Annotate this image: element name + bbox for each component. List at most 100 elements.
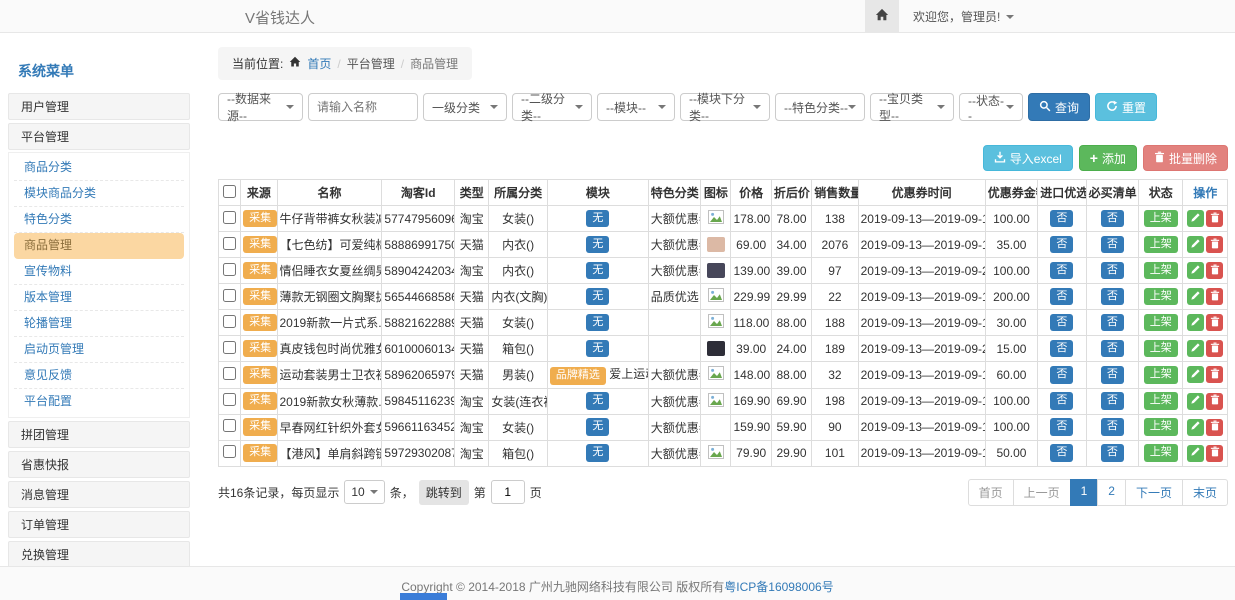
sidebar-subitem-宣传物料[interactable]: 宣传物料 xyxy=(14,259,184,285)
sidebar-subitem-版本管理[interactable]: 版本管理 xyxy=(14,285,184,311)
batch-delete-button[interactable]: 批量删除 xyxy=(1143,145,1228,171)
imported-toggle[interactable]: 否 xyxy=(1050,366,1073,384)
edit-button[interactable] xyxy=(1187,236,1204,253)
edit-button[interactable] xyxy=(1187,288,1204,305)
jump-page-input[interactable] xyxy=(491,480,525,504)
must-buy-toggle[interactable]: 否 xyxy=(1101,236,1124,254)
edit-button[interactable] xyxy=(1187,393,1204,410)
row-checkbox[interactable] xyxy=(223,237,236,250)
sidebar-subitem-意见反馈[interactable]: 意见反馈 xyxy=(14,363,184,389)
edit-button[interactable] xyxy=(1187,366,1204,383)
row-checkbox[interactable] xyxy=(223,263,236,276)
must-buy-toggle[interactable]: 否 xyxy=(1101,366,1124,384)
sidebar-item-平台管理[interactable]: 平台管理 xyxy=(8,123,190,150)
edit-button[interactable] xyxy=(1187,445,1204,462)
imported-toggle[interactable]: 否 xyxy=(1050,288,1073,306)
imported-toggle[interactable]: 否 xyxy=(1050,418,1073,436)
edit-button[interactable] xyxy=(1187,314,1204,331)
module-sub-category-select[interactable]: --模块下分类-- xyxy=(680,93,770,121)
imported-toggle[interactable]: 否 xyxy=(1050,340,1073,358)
icp-link[interactable]: 粤ICP备16098006号 xyxy=(724,580,833,594)
must-buy-toggle[interactable]: 否 xyxy=(1101,392,1124,410)
sidebar-subitem-平台配置[interactable]: 平台配置 xyxy=(14,389,184,415)
must-buy-toggle[interactable]: 否 xyxy=(1101,210,1124,228)
delete-button[interactable] xyxy=(1206,340,1223,357)
row-checkbox[interactable] xyxy=(223,445,236,458)
sidebar-item-兑换管理[interactable]: 兑换管理 xyxy=(8,541,190,566)
home-button[interactable] xyxy=(865,0,899,33)
user-menu[interactable]: 欢迎您，管理员! xyxy=(913,8,1014,25)
reset-button[interactable]: 重置 xyxy=(1095,93,1157,121)
row-checkbox[interactable] xyxy=(223,341,236,354)
select-all-checkbox[interactable] xyxy=(223,185,236,198)
status-badge[interactable]: 上架 xyxy=(1144,340,1178,358)
edit-button[interactable] xyxy=(1187,210,1204,227)
status-badge[interactable]: 上架 xyxy=(1144,366,1178,384)
delete-button[interactable] xyxy=(1206,314,1223,331)
item-type-select[interactable]: --宝贝类型-- xyxy=(870,93,954,121)
edit-button[interactable] xyxy=(1187,419,1204,436)
search-button[interactable]: 查询 xyxy=(1028,93,1090,121)
feature-category-select[interactable]: --特色分类-- xyxy=(775,93,865,121)
imported-toggle[interactable]: 否 xyxy=(1050,210,1073,228)
sidebar-subitem-特色分类[interactable]: 特色分类 xyxy=(14,207,184,233)
module-select[interactable]: --模块-- xyxy=(597,93,675,121)
sidebar-item-订单管理[interactable]: 订单管理 xyxy=(8,511,190,538)
pager-1[interactable]: 1 xyxy=(1070,479,1099,506)
sidebar-subitem-启动页管理[interactable]: 启动页管理 xyxy=(14,337,184,363)
imported-toggle[interactable]: 否 xyxy=(1050,444,1073,462)
data-source-select[interactable]: --数据来源-- xyxy=(218,93,303,121)
status-badge[interactable]: 上架 xyxy=(1144,210,1178,228)
level1-category-select[interactable]: 一级分类 xyxy=(423,93,507,121)
row-checkbox[interactable] xyxy=(223,211,236,224)
delete-button[interactable] xyxy=(1206,393,1223,410)
must-buy-toggle[interactable]: 否 xyxy=(1101,418,1124,436)
sidebar-subitem-模块商品分类[interactable]: 模块商品分类 xyxy=(14,181,184,207)
pager-末页[interactable]: 末页 xyxy=(1182,479,1228,506)
delete-button[interactable] xyxy=(1206,366,1223,383)
imported-toggle[interactable]: 否 xyxy=(1050,236,1073,254)
delete-button[interactable] xyxy=(1206,236,1223,253)
status-badge[interactable]: 上架 xyxy=(1144,392,1178,410)
delete-button[interactable] xyxy=(1206,445,1223,462)
imported-toggle[interactable]: 否 xyxy=(1050,392,1073,410)
sidebar-item-省惠快报[interactable]: 省惠快报 xyxy=(8,451,190,478)
status-badge[interactable]: 上架 xyxy=(1144,262,1178,280)
delete-button[interactable] xyxy=(1206,210,1223,227)
status-badge[interactable]: 上架 xyxy=(1144,314,1178,332)
pager-下一页[interactable]: 下一页 xyxy=(1125,479,1183,506)
row-checkbox[interactable] xyxy=(223,289,236,302)
status-badge[interactable]: 上架 xyxy=(1144,418,1178,436)
sidebar-item-消息管理[interactable]: 消息管理 xyxy=(8,481,190,508)
sidebar-subitem-商品分类[interactable]: 商品分类 xyxy=(14,155,184,181)
must-buy-toggle[interactable]: 否 xyxy=(1101,314,1124,332)
must-buy-toggle[interactable]: 否 xyxy=(1101,340,1124,358)
sidebar-subitem-轮播管理[interactable]: 轮播管理 xyxy=(14,311,184,337)
delete-button[interactable] xyxy=(1206,288,1223,305)
edit-button[interactable] xyxy=(1187,262,1204,279)
must-buy-toggle[interactable]: 否 xyxy=(1101,262,1124,280)
level2-category-select[interactable]: --二级分类-- xyxy=(512,93,592,121)
status-badge[interactable]: 上架 xyxy=(1144,444,1178,462)
import-excel-button[interactable]: 导入excel xyxy=(983,145,1073,171)
imported-toggle[interactable]: 否 xyxy=(1050,262,1073,280)
row-checkbox[interactable] xyxy=(223,367,236,380)
row-checkbox[interactable] xyxy=(223,419,236,432)
pager-2[interactable]: 2 xyxy=(1097,479,1126,506)
status-badge[interactable]: 上架 xyxy=(1144,236,1178,254)
edit-button[interactable] xyxy=(1187,340,1204,357)
row-checkbox[interactable] xyxy=(223,393,236,406)
sidebar-item-拼团管理[interactable]: 拼团管理 xyxy=(8,421,190,448)
jump-button[interactable]: 跳转到 xyxy=(419,480,469,505)
imported-toggle[interactable]: 否 xyxy=(1050,314,1073,332)
delete-button[interactable] xyxy=(1206,262,1223,279)
must-buy-toggle[interactable]: 否 xyxy=(1101,444,1124,462)
add-button[interactable]: + 添加 xyxy=(1079,145,1137,171)
name-search-input[interactable] xyxy=(308,93,418,121)
status-select[interactable]: --状态-- xyxy=(959,93,1023,121)
delete-button[interactable] xyxy=(1206,419,1223,436)
row-checkbox[interactable] xyxy=(223,315,236,328)
sidebar-subitem-商品管理[interactable]: 商品管理 xyxy=(14,233,184,259)
sidebar-item-用户管理[interactable]: 用户管理 xyxy=(8,93,190,120)
breadcrumb-home-link[interactable]: 首页 xyxy=(307,55,331,72)
